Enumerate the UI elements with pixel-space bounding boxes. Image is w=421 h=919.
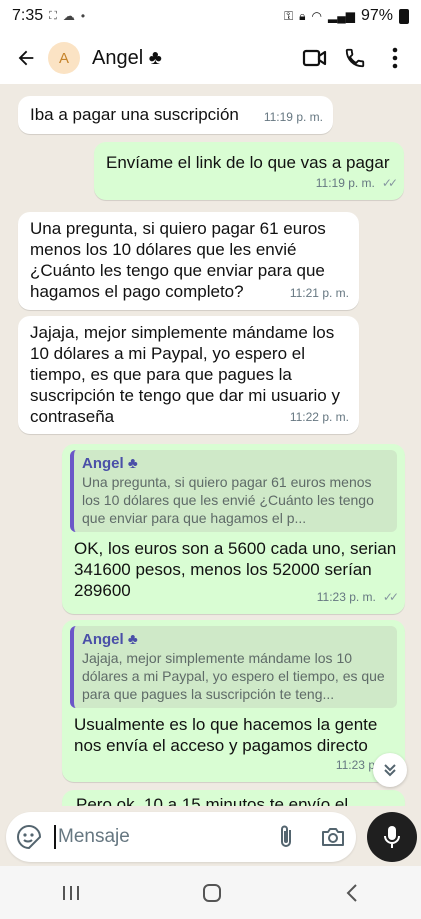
- message-meta: 11:22 p. m.: [290, 407, 349, 428]
- message-meta: 11:21 p. m.: [290, 283, 349, 304]
- message-time: 11:21 p. m.: [289, 286, 349, 300]
- key-icon: ⚿: [283, 8, 294, 23]
- message-list[interactable]: Iba a pagar una suscripción 11:19 p. m. …: [0, 84, 421, 806]
- home-icon[interactable]: [201, 882, 223, 904]
- quoted-text: Una pregunta, si quiero pagar 61 euros m…: [82, 474, 374, 526]
- video-call-button[interactable]: [295, 38, 335, 78]
- quoted-text: Jajaja, mejor simplemente mándame los 10…: [82, 650, 385, 702]
- recent-apps-icon[interactable]: [60, 884, 82, 902]
- system-navigation-bar: [0, 866, 421, 919]
- message-time: 11:22 p. m.: [289, 410, 349, 424]
- screenshot-icon: ⛶: [49, 9, 57, 22]
- read-ticks-icon: ✓✓: [382, 590, 399, 604]
- composer-bar: Mensaje: [0, 806, 421, 866]
- quoted-message[interactable]: Angel ♣ Una pregunta, si quiero pagar 61…: [70, 450, 397, 532]
- message-outgoing[interactable]: Envíame el link de lo que vas a pagar 11…: [94, 142, 404, 200]
- contact-name[interactable]: Angel ♣: [92, 47, 295, 70]
- camera-icon[interactable]: [320, 825, 346, 849]
- message-time: 11:19 p. m.: [263, 110, 323, 124]
- wifi-icon: ◠: [311, 9, 322, 23]
- scroll-to-bottom-button[interactable]: [373, 753, 407, 787]
- message-incoming[interactable]: Una pregunta, si quiero pagar 61 euros m…: [18, 212, 359, 310]
- message-incoming[interactable]: Jajaja, mejor simplemente mándame los 10…: [18, 316, 359, 434]
- message-outgoing-reply[interactable]: Angel ♣ Una pregunta, si quiero pagar 61…: [62, 444, 405, 614]
- avatar-letter: A: [58, 49, 69, 67]
- status-bar: 7:35 ⛶ ☁ • ⚿ 🔒︎ ◠ ▂▄▆ 97%: [0, 0, 421, 32]
- message-input-placeholder[interactable]: Mensaje: [54, 825, 276, 849]
- quoted-author: Angel ♣: [82, 455, 138, 472]
- microphone-icon: [384, 826, 400, 848]
- battery-level: 97%: [360, 7, 393, 24]
- back-nav-icon[interactable]: [343, 882, 361, 904]
- cloud-icon: ☁: [62, 9, 75, 23]
- paperclip-icon[interactable]: [276, 824, 298, 850]
- message-text: Pero ok, 10 a 15 minutos te envío el: [76, 795, 349, 806]
- read-ticks-icon: ✓✓: [381, 176, 398, 190]
- dot-icon: •: [80, 9, 86, 23]
- emoji-sticker-icon[interactable]: [16, 824, 42, 850]
- message-time: 11:23 p. m.: [316, 590, 376, 604]
- more-vert-icon: [392, 47, 398, 69]
- battery-icon: [399, 8, 409, 24]
- message-text: Envíame el link de lo que vas a pagar: [106, 153, 390, 172]
- phone-icon: [345, 48, 365, 68]
- message-meta: 11:23 p. m. ✓✓: [316, 587, 399, 608]
- voice-call-button[interactable]: [335, 38, 375, 78]
- voice-message-button[interactable]: [367, 812, 417, 862]
- message-meta: 11:19 p. m.: [264, 107, 323, 128]
- lock-icon: 🔒︎: [299, 8, 306, 23]
- message-input[interactable]: Mensaje: [6, 812, 356, 862]
- chat-header: A Angel ♣: [0, 32, 421, 84]
- more-options-button[interactable]: [375, 38, 415, 78]
- status-time: 7:35: [12, 7, 44, 24]
- message-incoming[interactable]: Iba a pagar una suscripción 11:19 p. m.: [18, 96, 333, 134]
- signal-icon: ▂▄▆: [328, 9, 355, 23]
- back-button[interactable]: [6, 38, 46, 78]
- arrow-left-icon: [18, 50, 34, 66]
- message-text: Usualmente es lo que hacemos la gente no…: [74, 715, 378, 755]
- message-outgoing[interactable]: Pero ok, 10 a 15 minutos te envío el: [62, 790, 405, 806]
- video-call-icon: [302, 49, 327, 67]
- avatar[interactable]: A: [48, 42, 80, 74]
- message-outgoing-reply[interactable]: Angel ♣ Jajaja, mejor simplemente mándam…: [62, 620, 405, 782]
- message-meta: 11:19 p. m. ✓✓: [315, 173, 398, 194]
- quoted-author: Angel ♣: [82, 631, 138, 648]
- quoted-message[interactable]: Angel ♣ Jajaja, mejor simplemente mándam…: [70, 626, 397, 708]
- message-time: 11:19 p. m.: [315, 176, 375, 190]
- chevron-double-down-icon: [384, 764, 396, 777]
